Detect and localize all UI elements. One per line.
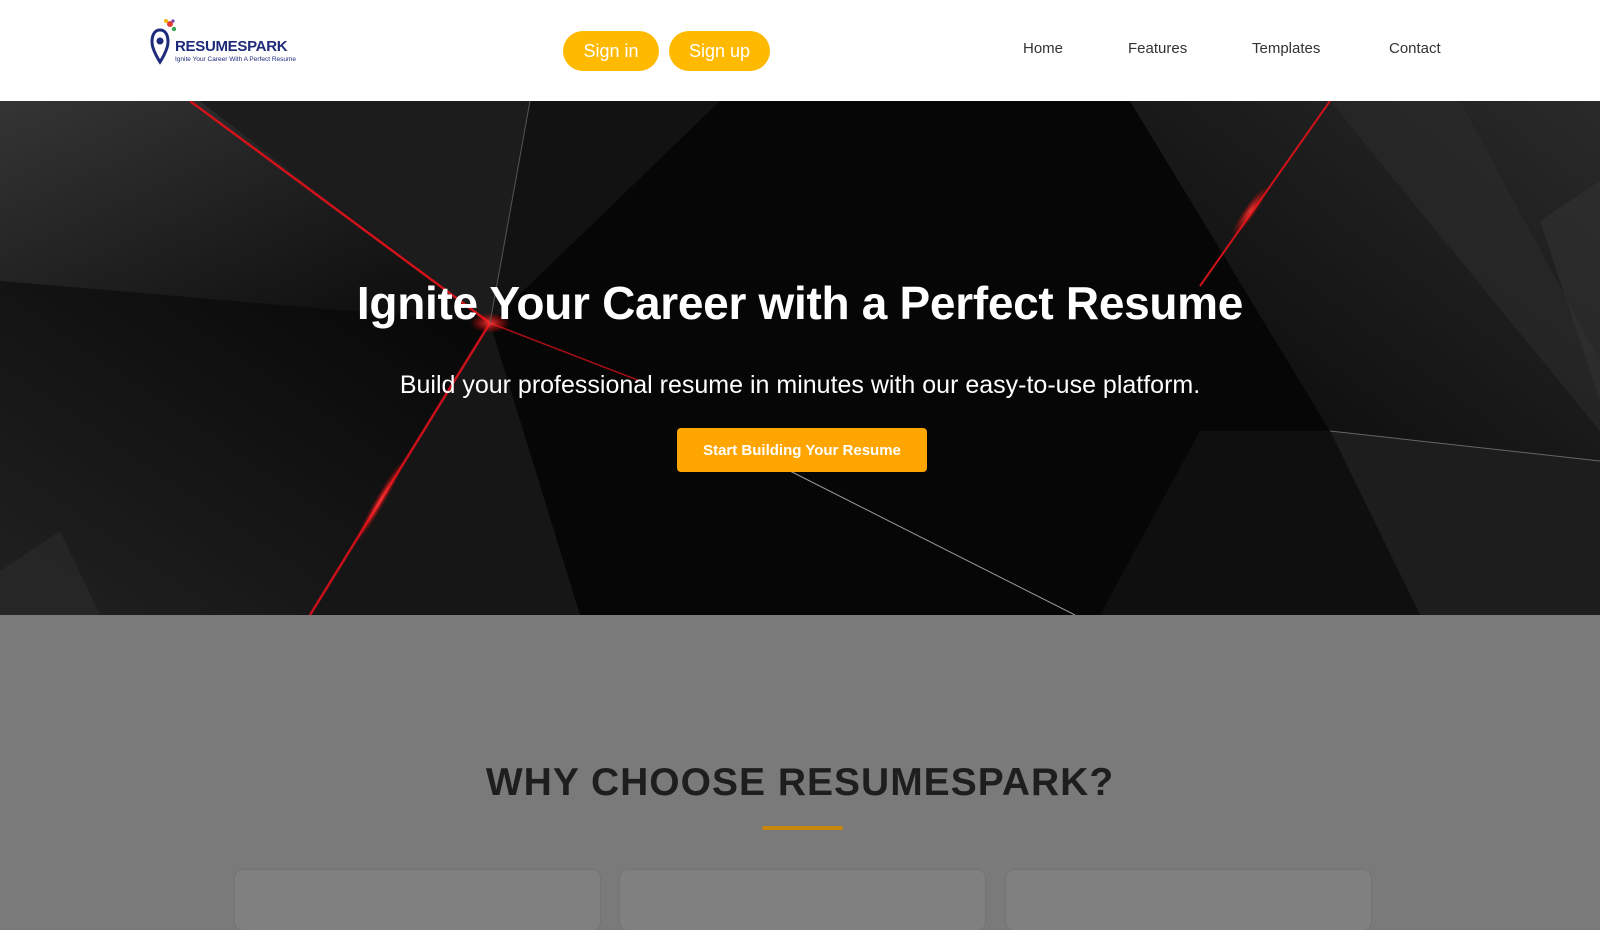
sign-up-button[interactable]: Sign up — [669, 31, 770, 71]
features-heading: WHY CHOOSE RESUMESPARK? — [485, 761, 1115, 804]
site-logo[interactable]: RESUMESPARK Ignite Your Career With A Pe… — [150, 16, 325, 70]
logo-wordmark: RESUMESPARK — [175, 38, 288, 55]
logo-tagline: Ignite Your Career With A Perfect Resume — [175, 56, 297, 63]
sign-in-button[interactable]: Sign in — [563, 31, 659, 71]
hero-subtitle: Build your professional resume in minute… — [399, 371, 1201, 399]
nav-templates-link[interactable]: Templates — [1252, 40, 1320, 57]
nav-contact-link[interactable]: Contact — [1389, 40, 1441, 57]
nav-home-link[interactable]: Home — [1023, 40, 1063, 57]
hero-section: Ignite Your Career with a Perfect Resume… — [0, 101, 1600, 615]
features-section: WHY CHOOSE RESUMESPARK? — [0, 615, 1600, 930]
feature-card — [1006, 870, 1371, 930]
hero-background-graphic — [0, 101, 1600, 615]
resume-pin-icon — [150, 19, 176, 65]
start-building-button[interactable]: Start Building Your Resume — [677, 428, 927, 472]
hero-title: Ignite Your Career with a Perfect Resume — [356, 277, 1244, 329]
site-header: RESUMESPARK Ignite Your Career With A Pe… — [0, 0, 1600, 101]
feature-card — [620, 870, 985, 930]
nav-features-link[interactable]: Features — [1128, 40, 1187, 57]
feature-card — [235, 870, 600, 930]
heading-underline — [762, 826, 843, 830]
